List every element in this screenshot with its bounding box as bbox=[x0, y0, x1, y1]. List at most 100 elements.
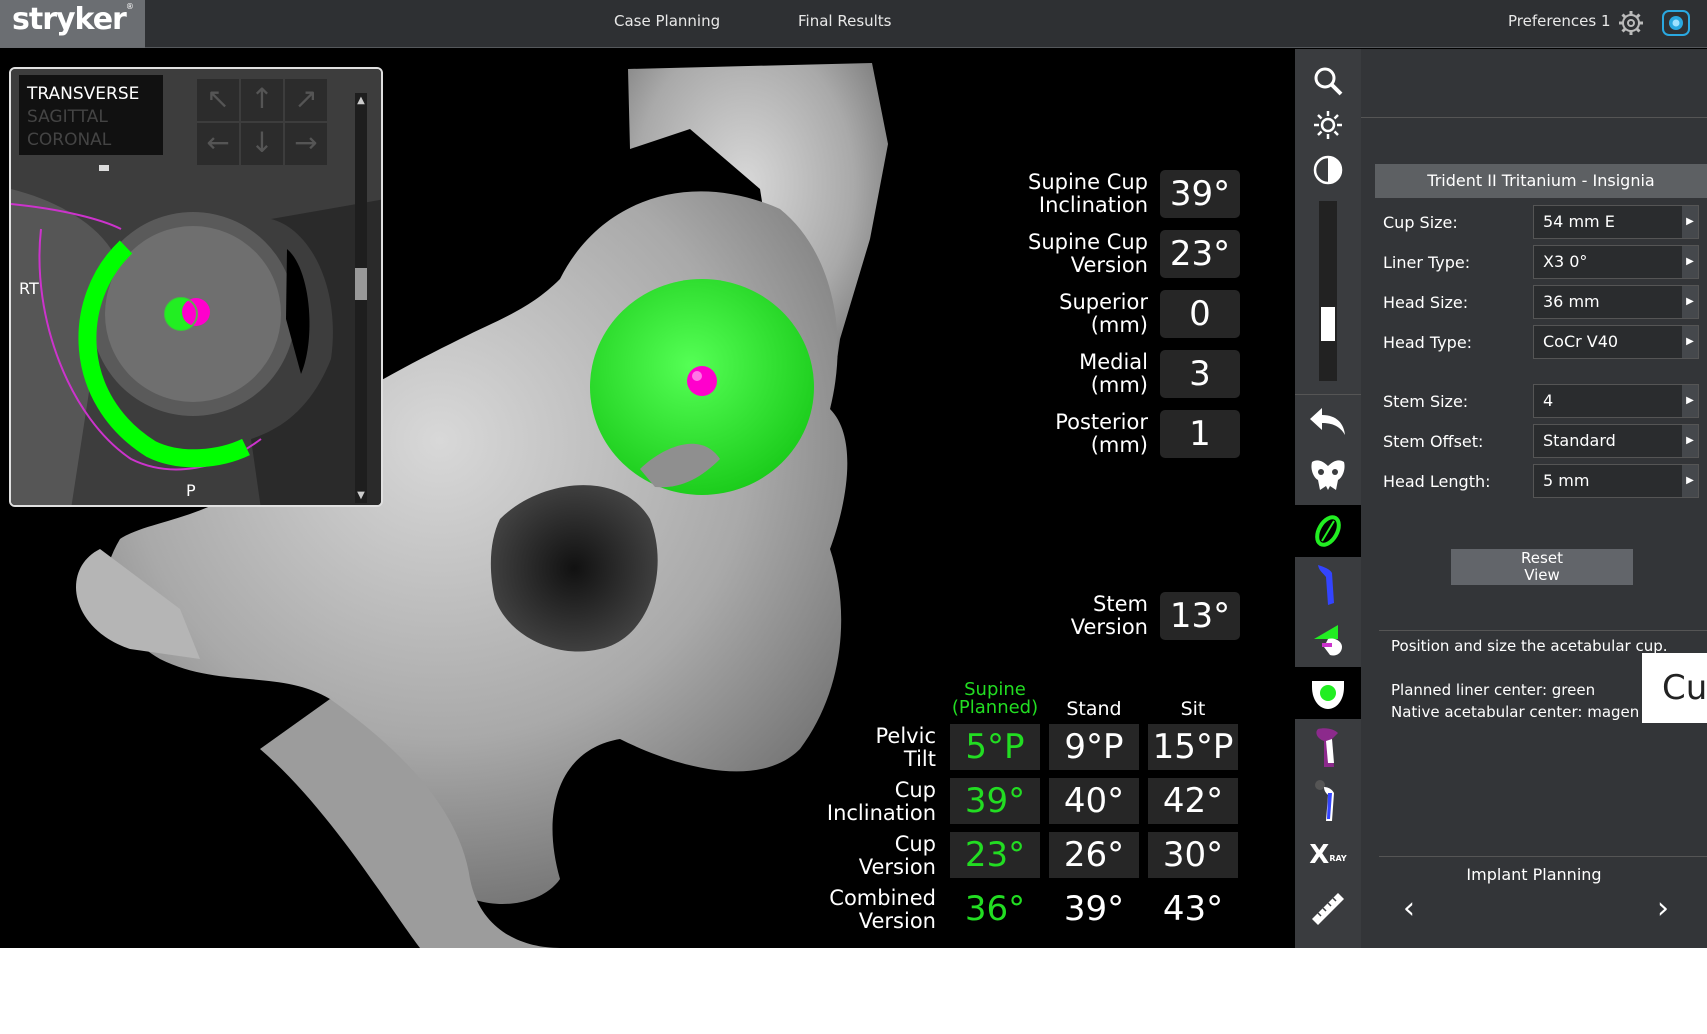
legend-planned-liner: Planned liner center: green bbox=[1391, 681, 1596, 699]
femur-icon[interactable] bbox=[1295, 721, 1361, 773]
stem-offset-value: Standard bbox=[1543, 431, 1616, 450]
arrow-down-icon[interactable]: ↓ bbox=[241, 123, 283, 165]
row-cup-version-label: Cup Version bbox=[858, 832, 936, 879]
chevron-right-icon[interactable]: ▶ bbox=[1682, 425, 1698, 457]
divider bbox=[1361, 117, 1707, 118]
table-cell: 39° bbox=[950, 778, 1040, 824]
medial-label: Medial (mm) bbox=[1079, 350, 1148, 397]
stem-icon[interactable] bbox=[1295, 559, 1361, 611]
logo-text: stryker bbox=[12, 2, 127, 37]
orientation-label-rt: RT bbox=[19, 279, 39, 298]
chevron-right-icon[interactable]: ▶ bbox=[1682, 246, 1698, 278]
slice-scrollbar[interactable]: ▲ ▼ bbox=[355, 93, 367, 503]
row-cup-inclination-label: Cup Inclination bbox=[826, 778, 936, 825]
scroll-up-icon[interactable]: ▲ bbox=[355, 95, 367, 106]
chevron-right-icon[interactable]: ▶ bbox=[1682, 206, 1698, 238]
chevron-right-icon[interactable]: ▶ bbox=[1682, 465, 1698, 497]
stem-offset-select[interactable]: Standard ▶ bbox=[1533, 424, 1699, 458]
supine-inclination-value: 39° bbox=[1160, 170, 1240, 218]
record-icon[interactable] bbox=[1662, 10, 1690, 36]
table-cell: 43° bbox=[1162, 889, 1224, 929]
head-size-select[interactable]: 36 mm ▶ bbox=[1533, 285, 1699, 319]
cup-icon[interactable] bbox=[1295, 505, 1361, 557]
table-cell: 36° bbox=[964, 889, 1026, 929]
table-cell: 26° bbox=[1049, 832, 1139, 878]
stem-version-label: Stem Version bbox=[1070, 592, 1148, 639]
liner-type-select[interactable]: X3 0° ▶ bbox=[1533, 245, 1699, 279]
divider bbox=[1379, 856, 1707, 857]
xray-icon[interactable]: X RAY bbox=[1295, 829, 1361, 881]
arrow-up-icon[interactable]: ↑ bbox=[241, 79, 283, 121]
head-size-label: Head Size: bbox=[1383, 293, 1469, 312]
arrow-up-right-icon[interactable]: ↗ bbox=[285, 79, 327, 121]
xray-icon-subtext: RAY bbox=[1329, 853, 1347, 863]
app-window: stryker® Case Planning Final Results Pre… bbox=[0, 0, 1707, 948]
posterior-value: 1 bbox=[1160, 410, 1240, 458]
view-transverse[interactable]: TRANSVERSE bbox=[27, 83, 155, 106]
stem-size-select[interactable]: 4 ▶ bbox=[1533, 384, 1699, 418]
col-stand: Stand bbox=[1066, 698, 1122, 720]
chevron-right-icon[interactable]: ▶ bbox=[1682, 286, 1698, 318]
stem-size-value: 4 bbox=[1543, 391, 1554, 410]
nav-final-results[interactable]: Final Results bbox=[798, 12, 892, 30]
table-cell: 23° bbox=[950, 832, 1040, 878]
view-sagittal[interactable]: SAGITTAL bbox=[27, 106, 155, 129]
view-plane-selector[interactable]: TRANSVERSE SAGITTAL CORONAL bbox=[19, 75, 163, 155]
xray-icon-text: X bbox=[1309, 840, 1330, 870]
head-type-value: CoCr V40 bbox=[1543, 332, 1619, 351]
head-length-label: Head Length: bbox=[1383, 472, 1491, 491]
head-length-select[interactable]: 5 mm ▶ bbox=[1533, 464, 1699, 498]
view-coronal[interactable]: CORONAL bbox=[27, 129, 155, 152]
table-cell: 40° bbox=[1049, 778, 1139, 824]
undo-icon[interactable] bbox=[1295, 394, 1361, 446]
superior-label: Superior (mm) bbox=[1059, 290, 1148, 337]
implant-panel: Trident II Tritanium - Insignia Cup Size… bbox=[1361, 49, 1707, 948]
cup-size-value: 54 mm E bbox=[1543, 212, 1615, 231]
contrast-icon[interactable] bbox=[1295, 144, 1361, 196]
pan-arrow-pad: ↖ ↑ ↗ ← ↓ → bbox=[197, 79, 331, 165]
table-cell: 39° bbox=[1063, 889, 1125, 929]
chevron-right-icon[interactable]: ▶ bbox=[1682, 326, 1698, 358]
orientation-label-p: P bbox=[186, 481, 196, 500]
head-type-select[interactable]: CoCr V40 ▶ bbox=[1533, 325, 1699, 359]
tool-sidebar: X RAY bbox=[1295, 49, 1361, 948]
superior-value: 0 bbox=[1160, 290, 1240, 338]
preferences-label[interactable]: Preferences 1 bbox=[1508, 12, 1611, 30]
chevron-left-icon[interactable]: ‹ bbox=[1403, 891, 1415, 926]
arrow-up-left-icon[interactable]: ↖ bbox=[197, 79, 239, 121]
ct-inset-view[interactable]: TRANSVERSE SAGITTAL CORONAL ↖ ↑ ↗ ← ↓ → … bbox=[9, 67, 383, 507]
col-supine-planned: Supine (Planned) bbox=[951, 679, 1039, 718]
pelvis-icon[interactable] bbox=[1295, 448, 1361, 500]
table-cell: 30° bbox=[1148, 832, 1238, 878]
window-level-slider[interactable] bbox=[1319, 201, 1337, 381]
logo-mark: ® bbox=[125, 2, 134, 11]
chevron-right-icon[interactable]: › bbox=[1657, 891, 1669, 926]
top-bar: stryker® Case Planning Final Results Pre… bbox=[0, 0, 1707, 48]
head-size-value: 36 mm bbox=[1543, 292, 1600, 311]
table-cell: 15°P bbox=[1148, 724, 1238, 770]
femur-cut-icon[interactable] bbox=[1295, 613, 1361, 665]
stem-leg-icon[interactable] bbox=[1295, 775, 1361, 827]
stem-size-label: Stem Size: bbox=[1383, 392, 1469, 411]
table-cell: 5°P bbox=[950, 724, 1040, 770]
cup-size-select[interactable]: 54 mm E ▶ bbox=[1533, 205, 1699, 239]
scroll-down-icon[interactable]: ▼ bbox=[355, 490, 367, 501]
col-sit: Sit bbox=[1180, 698, 1206, 720]
nav-case-planning[interactable]: Case Planning bbox=[614, 12, 720, 30]
head-length-value: 5 mm bbox=[1543, 471, 1590, 490]
arrow-right-icon[interactable]: → bbox=[285, 123, 327, 165]
stem-version-value: 13° bbox=[1160, 592, 1240, 640]
posterior-label: Posterior (mm) bbox=[1055, 410, 1148, 457]
stem-offset-label: Stem Offset: bbox=[1383, 432, 1484, 451]
arrow-left-icon[interactable]: ← bbox=[197, 123, 239, 165]
chevron-right-icon[interactable]: ▶ bbox=[1682, 385, 1698, 417]
slice-scroll-thumb[interactable] bbox=[355, 268, 367, 300]
cup-ream-icon[interactable] bbox=[1295, 667, 1361, 719]
liner-type-value: X3 0° bbox=[1543, 252, 1588, 271]
slider-thumb[interactable] bbox=[1321, 307, 1335, 341]
ruler-icon[interactable] bbox=[1295, 883, 1361, 935]
liner-type-label: Liner Type: bbox=[1383, 253, 1471, 272]
legend-native-center: Native acetabular center: magen bbox=[1391, 703, 1640, 721]
gear-icon[interactable] bbox=[1618, 10, 1644, 36]
reset-view-button[interactable]: Reset View bbox=[1451, 549, 1633, 585]
